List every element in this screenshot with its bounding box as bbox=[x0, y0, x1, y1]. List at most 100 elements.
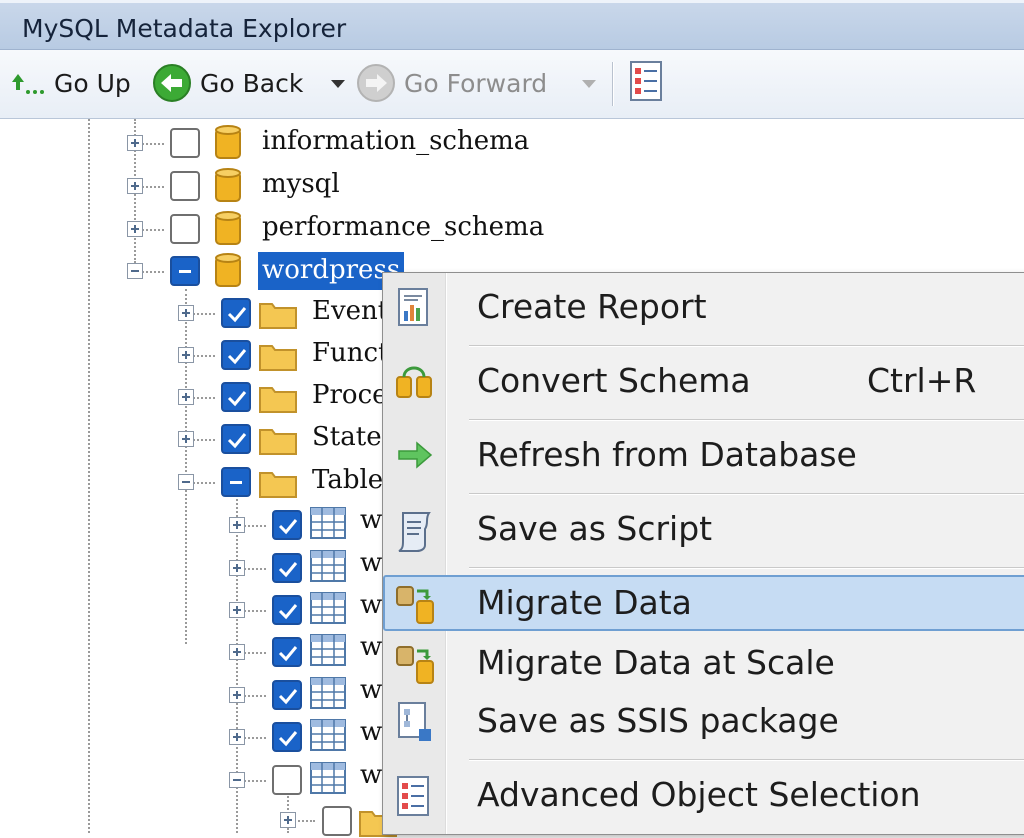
node-checkbox[interactable] bbox=[272, 765, 302, 795]
go-forward-label: Go Forward bbox=[404, 68, 548, 98]
node-checkbox[interactable] bbox=[322, 806, 352, 836]
table-label: w bbox=[360, 505, 383, 535]
go-back-dropdown-icon[interactable] bbox=[331, 80, 345, 88]
folder-label: Event bbox=[312, 296, 389, 326]
node-checkbox[interactable] bbox=[221, 424, 251, 454]
expand-icon[interactable] bbox=[229, 729, 245, 745]
folder-icon bbox=[259, 472, 297, 498]
collapse-icon[interactable] bbox=[229, 772, 245, 788]
expand-icon[interactable] bbox=[127, 221, 143, 237]
go-back-button[interactable]: Go Back bbox=[152, 64, 303, 102]
collapse-icon[interactable] bbox=[127, 263, 143, 279]
menu-separator bbox=[469, 345, 1024, 347]
database-label: information_schema bbox=[262, 126, 530, 156]
expand-icon[interactable] bbox=[229, 687, 245, 703]
folder-label: Proce bbox=[312, 380, 388, 410]
table-grid-icon bbox=[310, 762, 346, 794]
toolbar-separator bbox=[612, 62, 613, 106]
menu-item-create-report[interactable]: Create Report bbox=[383, 279, 1024, 331]
go-forward-button[interactable]: Go Forward bbox=[356, 64, 547, 102]
expand-icon[interactable] bbox=[229, 644, 245, 660]
expand-icon[interactable] bbox=[178, 431, 194, 447]
menu-separator bbox=[469, 759, 1024, 761]
go-back-label: Go Back bbox=[200, 68, 304, 98]
script-icon bbox=[398, 512, 431, 552]
node-checkbox[interactable] bbox=[272, 680, 302, 710]
expand-icon[interactable] bbox=[280, 812, 296, 828]
refresh-arrow-icon bbox=[398, 441, 433, 469]
go-up-label: Go Up bbox=[54, 68, 131, 98]
table-grid-icon bbox=[310, 719, 346, 751]
menu-item-save-as-ssis-package[interactable]: Save as SSIS package bbox=[383, 693, 1024, 745]
menu-item-label: Convert Schema bbox=[477, 361, 751, 400]
object-selection-icon bbox=[397, 776, 429, 816]
node-checkbox[interactable] bbox=[221, 298, 251, 328]
database-label: performance_schema bbox=[262, 212, 545, 242]
table-grid-icon bbox=[310, 507, 346, 539]
menu-item-label: Advanced Object Selection bbox=[477, 775, 921, 814]
window-titlebar: MySQL Metadata Explorer bbox=[0, 0, 1024, 50]
migrate-data-icon bbox=[396, 586, 434, 624]
menu-item-label: Migrate Data at Scale bbox=[477, 643, 835, 682]
expand-icon[interactable] bbox=[127, 178, 143, 194]
go-up-button[interactable]: Go Up bbox=[8, 64, 131, 102]
table-label: w bbox=[360, 760, 383, 790]
menu-item-label: Create Report bbox=[477, 287, 707, 326]
menu-separator bbox=[469, 567, 1024, 569]
menu-item-migrate-data-at-scale[interactable]: Migrate Data at Scale bbox=[383, 635, 1024, 687]
table-grid-icon bbox=[310, 550, 346, 582]
table-label: w bbox=[360, 675, 383, 705]
menu-item-migrate-data[interactable]: Migrate Data bbox=[383, 575, 1024, 631]
go-back-arrow-icon bbox=[153, 64, 191, 102]
object-selection-toolbar-button[interactable] bbox=[628, 61, 664, 101]
menu-separator bbox=[469, 493, 1024, 495]
database-icon bbox=[215, 253, 241, 287]
node-checkbox[interactable] bbox=[272, 553, 302, 583]
node-checkbox[interactable] bbox=[170, 256, 200, 286]
menu-separator bbox=[469, 419, 1024, 421]
database-icon bbox=[215, 125, 241, 159]
expand-icon[interactable] bbox=[229, 517, 245, 533]
expand-icon[interactable] bbox=[229, 560, 245, 576]
context-menu: Create Report Convert Schema Ctrl+R Refr… bbox=[382, 272, 1024, 835]
node-checkbox[interactable] bbox=[221, 382, 251, 412]
convert-schema-icon bbox=[396, 366, 432, 398]
go-forward-dropdown-icon[interactable] bbox=[582, 80, 596, 88]
menu-item-advanced-object-selection[interactable]: Advanced Object Selection bbox=[383, 767, 1024, 819]
migrate-data-scale-icon bbox=[396, 646, 434, 684]
expand-icon[interactable] bbox=[229, 602, 245, 618]
table-grid-icon bbox=[310, 677, 346, 709]
expand-icon[interactable] bbox=[127, 135, 143, 151]
expand-icon[interactable] bbox=[178, 347, 194, 363]
database-icon bbox=[215, 211, 241, 245]
menu-item-label: Refresh from Database bbox=[477, 435, 857, 474]
tree-guide-line bbox=[88, 119, 90, 833]
table-label: w bbox=[360, 548, 383, 578]
expand-icon[interactable] bbox=[178, 305, 194, 321]
node-checkbox[interactable] bbox=[221, 467, 251, 497]
node-checkbox[interactable] bbox=[170, 128, 200, 158]
menu-item-refresh-from-database[interactable]: Refresh from Database bbox=[383, 427, 1024, 479]
table-label: w bbox=[360, 717, 383, 747]
node-checkbox[interactable] bbox=[170, 171, 200, 201]
collapse-icon[interactable] bbox=[178, 474, 194, 490]
table-grid-icon bbox=[310, 634, 346, 666]
menu-item-convert-schema[interactable]: Convert Schema Ctrl+R bbox=[383, 353, 1024, 405]
node-checkbox[interactable] bbox=[170, 214, 200, 244]
menu-item-label: Save as SSIS package bbox=[477, 701, 839, 740]
node-checkbox[interactable] bbox=[272, 595, 302, 625]
menu-item-save-as-script[interactable]: Save as Script bbox=[383, 501, 1024, 553]
checklist-icon bbox=[630, 61, 662, 101]
node-checkbox[interactable] bbox=[272, 510, 302, 540]
ssis-package-icon bbox=[398, 702, 431, 741]
node-checkbox[interactable] bbox=[272, 722, 302, 752]
folder-icon bbox=[259, 345, 297, 371]
menu-item-label: Save as Script bbox=[477, 509, 713, 548]
expand-icon[interactable] bbox=[178, 389, 194, 405]
folder-icon bbox=[259, 303, 297, 329]
database-label: mysql bbox=[262, 169, 340, 199]
node-checkbox[interactable] bbox=[221, 340, 251, 370]
node-checkbox[interactable] bbox=[272, 637, 302, 667]
folder-label: Table bbox=[312, 465, 384, 495]
tree-guide-line bbox=[185, 289, 187, 644]
